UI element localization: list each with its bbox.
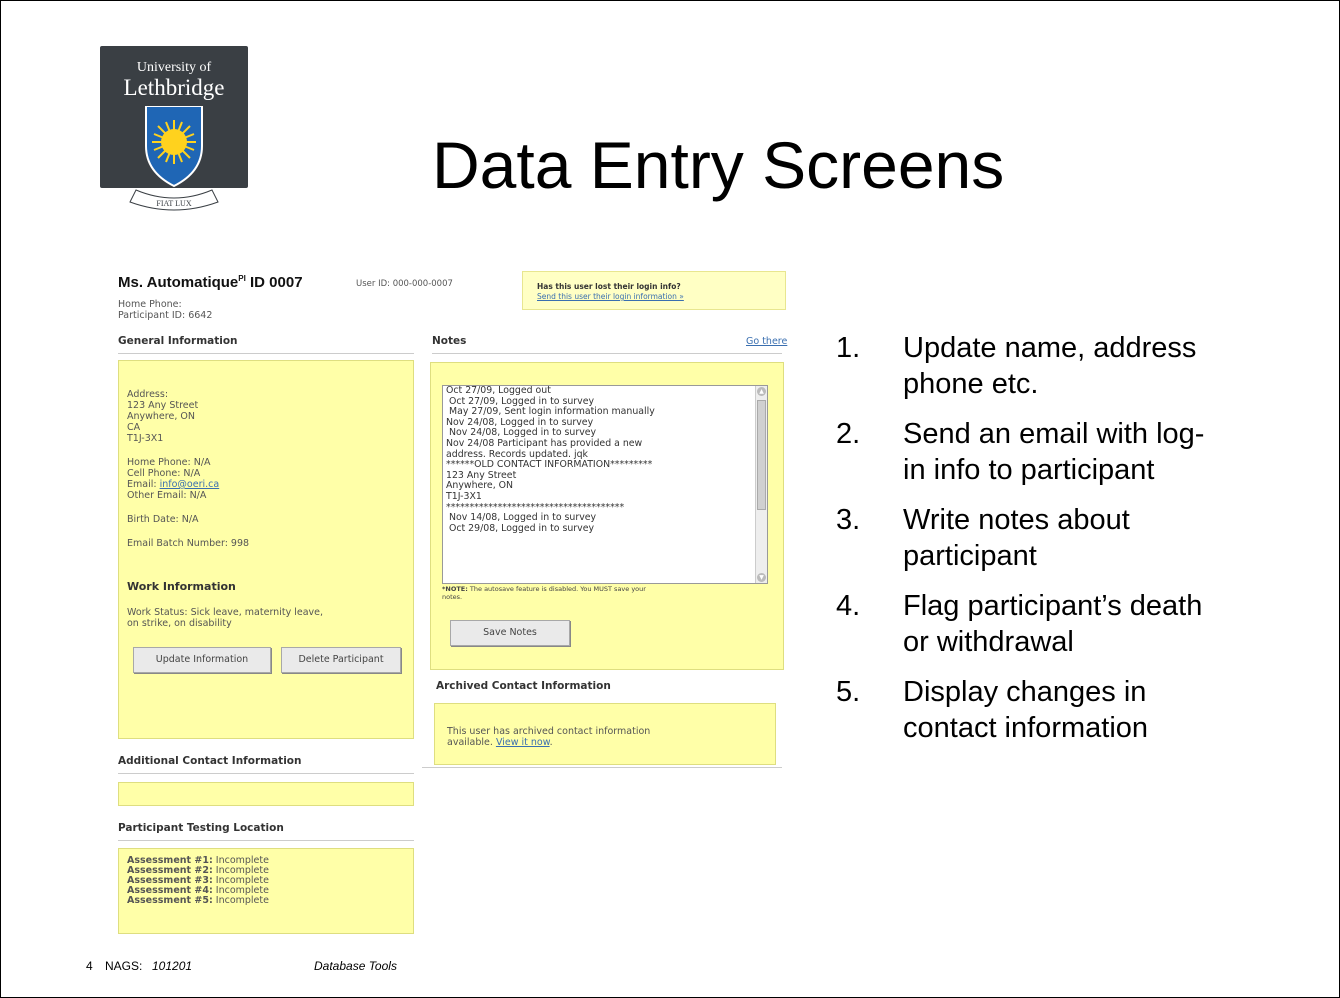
note-bold: *NOTE: (442, 585, 468, 593)
note-line: Oct 29/08, Logged in to survey (446, 522, 595, 534)
view-archived-link[interactable]: View it now (496, 737, 550, 748)
feature-text: Send an email with log- (903, 418, 1205, 450)
participant-name-text: Ms. Automatique (118, 274, 239, 291)
work-status: on strike, on disability (127, 618, 232, 629)
assessment-status: Incomplete (212, 895, 269, 906)
logo-line-2: Lethbridge (123, 75, 225, 100)
note-line: Anywhere, ON (446, 480, 514, 492)
feature-number: 2. (836, 418, 861, 450)
divider (118, 353, 414, 354)
notes-heading: Notes (432, 335, 467, 347)
scroll-thumb[interactable] (757, 400, 766, 510)
note-line: Oct 27/09, Logged out (446, 385, 551, 396)
feature-text: phone etc. (903, 368, 1039, 400)
work-status: Work Status: Sick leave, maternity leave… (127, 607, 323, 618)
testing-location-box: Assessment #1: Incomplete Assessment #2:… (118, 848, 414, 934)
feature-number: 3. (836, 504, 861, 536)
feature-text: Write notes about (903, 504, 1130, 536)
additional-contact-box (118, 782, 414, 806)
feature-text: or withdrawal (903, 626, 1074, 658)
address-line: Address: (127, 389, 169, 400)
address-line: CA (127, 422, 141, 433)
participant-id: Participant ID: 6642 (118, 310, 213, 321)
slide-number: 4 (86, 959, 93, 973)
archived-box: This user has archived contact informati… (434, 703, 776, 765)
divider (118, 773, 414, 774)
go-there-link[interactable]: Go there (746, 336, 787, 347)
nags-label: NAGS: (105, 959, 143, 973)
feature-number: 5. (836, 676, 861, 708)
work-info-heading: Work Information (127, 580, 236, 593)
testing-location-heading: Participant Testing Location (118, 822, 284, 834)
participant-name-sup: PI (238, 274, 246, 283)
divider (432, 353, 782, 354)
nags-code: 101201 (152, 959, 193, 973)
feature-number: 4. (836, 590, 861, 622)
archived-text: This user has archived contact informati… (447, 726, 651, 737)
feature-text: Flag participant’s death (903, 590, 1203, 622)
shield-icon: FIAT LUX (129, 106, 219, 211)
scroll-up-icon[interactable]: ▲ (757, 387, 766, 396)
assessment-row: Assessment #5: Incomplete (127, 895, 269, 906)
archived-heading: Archived Contact Information (436, 680, 611, 692)
delete-participant-button[interactable]: Delete Participant (281, 647, 401, 673)
archived-text-end: . (549, 737, 553, 748)
feature-text: participant (903, 540, 1037, 572)
participant-id-label: ID 0007 (250, 274, 303, 291)
note-text: notes. (442, 593, 463, 601)
slide-title: Data Entry Screens (432, 128, 1005, 202)
home-phone-header: Home Phone: (118, 299, 182, 310)
email-link[interactable]: info@oeri.ca (160, 479, 220, 490)
divider (422, 767, 782, 768)
address-line: 123 Any Street (127, 400, 199, 411)
address-line: T1J-3X1 (127, 433, 164, 444)
data-entry-screenshot: Ms. AutomatiquePI ID 0007 User ID: 000-0… (112, 262, 792, 952)
archived-text-available: available. (447, 737, 493, 748)
logo-motto: FIAT LUX (156, 199, 191, 208)
feature-number: 1. (836, 332, 861, 364)
email-row: Email: info@oeri.ca (127, 479, 219, 490)
lost-login-box: Has this user lost their login info? Sen… (522, 271, 786, 310)
lost-login-question: Has this user lost their login info? (537, 282, 681, 291)
save-notes-button[interactable]: Save Notes (450, 620, 570, 646)
email-label: Email: (127, 479, 157, 490)
logo-line-1: University of (136, 60, 212, 75)
other-email: Other Email: N/A (127, 490, 207, 501)
additional-contact-heading: Additional Contact Information (118, 755, 302, 767)
footer-topic: Database Tools (314, 959, 397, 973)
cell-phone: Cell Phone: N/A (127, 468, 201, 479)
update-information-button[interactable]: Update Information (133, 647, 271, 673)
general-info-box: Address: 123 Any Street Anywhere, ON CA … (118, 360, 414, 739)
note-text: The autosave feature is disabled. You MU… (467, 585, 646, 593)
home-phone: Home Phone: N/A (127, 457, 211, 468)
archived-text-2: available. View it now. (447, 737, 553, 748)
feature-text: Display changes in (903, 676, 1147, 708)
note-line: Nov 24/08 Participant has provided a new (446, 437, 643, 449)
autosave-note: *NOTE: The autosave feature is disabled.… (442, 585, 646, 601)
feature-text: contact information (903, 712, 1149, 744)
notes-textarea[interactable]: Oct 27/09, Logged out Oct 27/09, Logged … (442, 385, 768, 584)
participant-name: Ms. AutomatiquePI ID 0007 (118, 274, 303, 291)
user-id: User ID: 000-000-0007 (356, 279, 453, 289)
general-info-heading: General Information (118, 335, 238, 347)
email-batch: Email Batch Number: 998 (127, 538, 250, 549)
send-login-link[interactable]: Send this user their login information » (537, 292, 684, 301)
feature-text: in info to participant (903, 454, 1155, 486)
feature-text: Update name, address (903, 332, 1197, 364)
birth-date: Birth Date: N/A (127, 514, 199, 525)
note-line: T1J-3X1 (446, 490, 482, 502)
scroll-down-icon[interactable]: ▼ (757, 573, 766, 582)
address-line: Anywhere, ON (127, 411, 195, 422)
assessment-label: Assessment #5: (127, 895, 213, 906)
divider (118, 840, 414, 841)
notes-scrollbar[interactable]: ▲ ▼ (755, 386, 767, 583)
